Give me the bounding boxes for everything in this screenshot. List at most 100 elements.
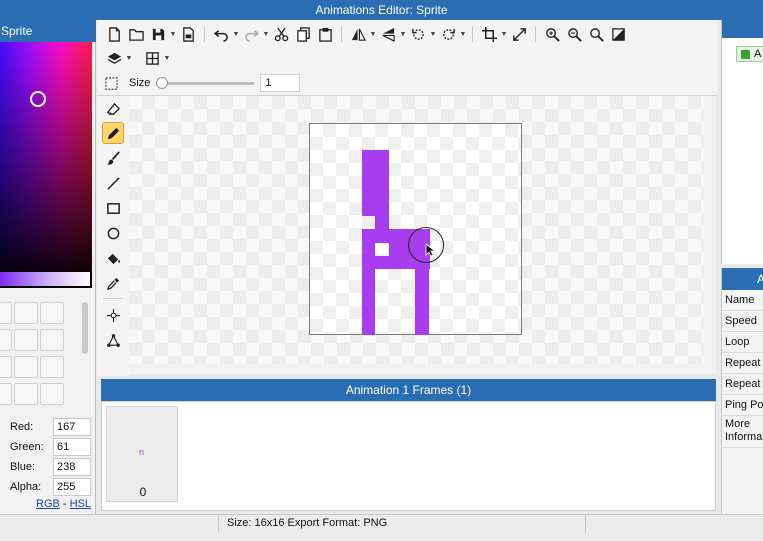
redo-menu-caret[interactable]: ▼: [262, 31, 270, 38]
properties-panel-header: A: [722, 268, 763, 290]
rgb-link[interactable]: RGB: [36, 498, 60, 510]
status-separator: [218, 515, 219, 533]
brush-icon[interactable]: [102, 147, 124, 169]
swatch[interactable]: [0, 383, 12, 405]
rotate-left-icon[interactable]: [407, 23, 429, 45]
opacity-slider[interactable]: [0, 272, 90, 286]
swatch[interactable]: [40, 356, 64, 378]
swatch[interactable]: [14, 329, 38, 351]
color-spectrum[interactable]: [0, 42, 92, 288]
select-icon[interactable]: [103, 72, 119, 94]
window-title: Animations Editor: Sprite: [0, 0, 763, 20]
swatch[interactable]: [14, 383, 38, 405]
zoom-out-icon[interactable]: [563, 23, 585, 45]
layers-menu-caret[interactable]: ▼: [125, 55, 133, 62]
red-field[interactable]: 167: [53, 418, 91, 436]
property-ping-pong[interactable]: Ping Po: [722, 395, 763, 416]
alpha-row: Alpha: 255: [10, 478, 92, 496]
rotate-right-menu-caret[interactable]: ▼: [459, 31, 467, 38]
blue-row: Blue: 238: [10, 458, 92, 476]
redo-icon[interactable]: [240, 23, 262, 45]
blue-field[interactable]: 238: [53, 458, 91, 476]
pixel-block: [362, 229, 402, 243]
fill-bucket-icon[interactable]: [102, 247, 124, 269]
move-point-icon[interactable]: [102, 304, 124, 326]
toolbar-separator: [535, 26, 536, 42]
property-speed[interactable]: Speed: [722, 311, 763, 332]
swatch[interactable]: [14, 356, 38, 378]
rotate-right-icon[interactable]: [437, 23, 459, 45]
zoom-in-icon[interactable]: [585, 23, 607, 45]
size-input[interactable]: 1: [260, 74, 301, 92]
flip-vertical-icon[interactable]: [377, 23, 399, 45]
resize-icon[interactable]: [508, 23, 530, 45]
frames-panel-header: Animation 1 Frames (1): [101, 379, 716, 401]
frame-index: 0: [139, 485, 147, 499]
canvas-horizontal-scrollbar[interactable]: [129, 364, 704, 374]
pencil-icon[interactable]: [102, 122, 124, 144]
size-label: Size: [129, 77, 151, 89]
rotate-left-menu-caret[interactable]: ▼: [429, 31, 437, 38]
swatch[interactable]: [40, 302, 64, 324]
mouse-pointer-icon: [425, 243, 437, 260]
save-as-icon[interactable]: [177, 23, 199, 45]
fill-background-icon[interactable]: [607, 23, 629, 45]
layer-item[interactable]: A: [736, 46, 763, 62]
undo-menu-caret[interactable]: ▼: [232, 31, 240, 38]
layer-icon: [741, 50, 750, 59]
swatch[interactable]: [14, 302, 38, 324]
save-icon[interactable]: [147, 23, 169, 45]
layers-panel: A: [721, 20, 763, 264]
frame-thumbnail[interactable]: n 0: [106, 406, 178, 502]
new-file-icon[interactable]: [103, 23, 125, 45]
layers-icon[interactable]: [103, 47, 125, 69]
toolbar-separator: [472, 26, 473, 42]
paste-icon[interactable]: [314, 23, 336, 45]
toolbar-separator: [341, 26, 342, 42]
crop-menu-caret[interactable]: ▼: [500, 31, 508, 38]
frames-panel: n 0: [101, 401, 716, 511]
size-slider-thumb[interactable]: [156, 76, 169, 89]
eraser-icon[interactable]: [102, 98, 124, 120]
grid-icon[interactable]: [141, 47, 163, 69]
status-bar: Size: 16x16 Export Format: PNG: [0, 514, 763, 541]
copy-icon[interactable]: [292, 23, 314, 45]
zoom-fit-icon[interactable]: [541, 23, 563, 45]
swatch[interactable]: [0, 356, 12, 378]
polygon-icon[interactable]: [102, 329, 124, 351]
color-panel-header: Sprite: [0, 20, 96, 42]
ellipse-icon[interactable]: [102, 222, 124, 244]
save-menu-caret[interactable]: ▼: [169, 31, 177, 38]
eyedropper-icon[interactable]: [102, 272, 124, 294]
flip-horizontal-icon[interactable]: [347, 23, 369, 45]
alpha-field[interactable]: 255: [53, 478, 91, 496]
property-name[interactable]: Name: [722, 290, 763, 311]
property-more-info[interactable]: More Informa: [722, 418, 763, 448]
color-mode-links: RGB - HSL: [36, 498, 91, 510]
swatch[interactable]: [40, 383, 64, 405]
swatch[interactable]: [0, 329, 12, 351]
property-loop[interactable]: Loop: [722, 332, 763, 353]
flip-menu-caret[interactable]: ▼: [369, 31, 377, 38]
property-repeat-count[interactable]: Repeat C: [722, 353, 763, 374]
cut-icon[interactable]: [270, 23, 292, 45]
open-folder-icon[interactable]: [125, 23, 147, 45]
swatches-scrollbar[interactable]: [82, 302, 88, 354]
rectangle-icon[interactable]: [102, 197, 124, 219]
red-row: Red: 167: [10, 418, 92, 436]
size-slider[interactable]: [156, 76, 255, 89]
grid-menu-caret[interactable]: ▼: [163, 55, 171, 62]
crop-icon[interactable]: [478, 23, 500, 45]
hsl-link[interactable]: HSL: [70, 498, 91, 510]
swatch[interactable]: [40, 329, 64, 351]
green-field[interactable]: 61: [53, 438, 91, 456]
undo-icon[interactable]: [210, 23, 232, 45]
property-repeat[interactable]: Repeat: [722, 374, 763, 395]
canvas-vertical-scrollbar[interactable]: [704, 96, 716, 374]
flip-vertical-menu-caret[interactable]: ▼: [399, 31, 407, 38]
red-label: Red:: [10, 421, 34, 433]
swatch[interactable]: [0, 302, 12, 324]
color-picker-handle[interactable]: [30, 91, 46, 107]
layer-name: A: [754, 48, 762, 60]
line-icon[interactable]: [102, 172, 124, 194]
